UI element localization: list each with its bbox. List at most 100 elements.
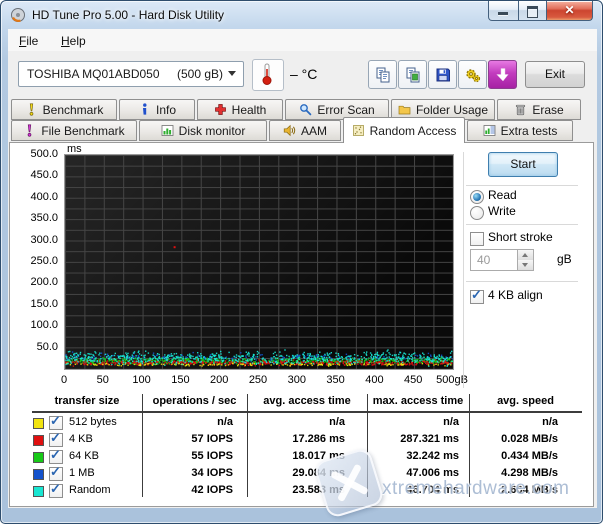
data-point xyxy=(125,363,126,364)
data-point xyxy=(172,359,173,360)
series-checkbox[interactable]: ✓ xyxy=(49,433,63,447)
data-point xyxy=(370,359,371,360)
tab-label: Disk monitor xyxy=(179,124,246,138)
data-point xyxy=(428,357,429,358)
data-point xyxy=(406,364,407,365)
check-icon: ✓ xyxy=(471,287,482,303)
data-point xyxy=(288,359,289,360)
data-point xyxy=(103,362,104,363)
write-radio-label[interactable]: Write xyxy=(488,204,516,218)
data-point xyxy=(207,359,208,360)
app-icon xyxy=(10,7,26,23)
drive-selector[interactable]: TOSHIBA MQ01ABD050 (500 gB) xyxy=(18,61,244,87)
tab-file-benchmark[interactable]: File Benchmark xyxy=(11,120,137,141)
series-label: Random xyxy=(69,484,111,496)
read-radio-label[interactable]: Read xyxy=(488,188,517,202)
menu-file[interactable]: File xyxy=(14,33,43,49)
data-point xyxy=(438,364,439,365)
write-radio[interactable] xyxy=(470,206,484,220)
close-button[interactable]: ✕ xyxy=(546,1,593,21)
series-checkbox[interactable]: ✓ xyxy=(49,467,63,481)
exit-button[interactable]: Exit xyxy=(525,61,585,88)
data-point xyxy=(249,353,250,354)
tab-health[interactable]: Health xyxy=(197,99,283,120)
x-tick-label: 150 xyxy=(158,374,202,386)
data-point xyxy=(346,358,347,359)
short-stroke-label[interactable]: Short stroke xyxy=(488,230,553,244)
data-point xyxy=(157,359,158,360)
col-header-transfer-size: transfer size xyxy=(32,395,142,407)
tab-random-access[interactable]: Random Access xyxy=(343,117,465,143)
data-point xyxy=(380,355,381,356)
data-point xyxy=(88,358,89,359)
data-point xyxy=(127,353,128,354)
tab-extra-tests[interactable]: Extra tests xyxy=(467,120,573,141)
data-point xyxy=(441,358,442,359)
data-point xyxy=(401,360,402,361)
x-tick-label: 250 xyxy=(236,374,280,386)
data-point xyxy=(361,356,362,357)
data-point xyxy=(405,353,406,354)
series-checkbox[interactable]: ✓ xyxy=(49,450,63,464)
copy-image-button[interactable] xyxy=(398,60,427,89)
data-point xyxy=(119,356,120,357)
data-point xyxy=(159,356,160,357)
menu-help[interactable]: Help xyxy=(56,33,91,49)
data-point xyxy=(355,362,356,363)
data-point xyxy=(296,362,297,363)
data-point xyxy=(155,358,156,359)
download-button[interactable] xyxy=(488,60,517,89)
tab-benchmark[interactable]: Benchmark xyxy=(11,99,117,120)
data-point xyxy=(264,359,265,360)
spinner-down-icon[interactable] xyxy=(517,260,533,270)
save-button[interactable] xyxy=(428,60,457,89)
data-point xyxy=(175,363,176,364)
tab-info[interactable]: Info xyxy=(119,99,195,120)
start-button[interactable]: Start xyxy=(488,152,558,177)
options-button[interactable] xyxy=(458,60,487,89)
ops-value: 34 IOPS xyxy=(142,467,233,479)
temperature-button[interactable] xyxy=(252,59,284,91)
data-point xyxy=(112,355,113,356)
data-point xyxy=(313,358,314,359)
data-point xyxy=(90,354,91,355)
data-point xyxy=(322,364,323,365)
scatter-plot xyxy=(65,155,453,369)
copy-text-button[interactable] xyxy=(368,60,397,89)
data-point xyxy=(176,357,177,358)
data-point xyxy=(68,351,69,352)
minimize-button[interactable] xyxy=(488,1,519,21)
data-point xyxy=(277,358,278,359)
read-radio[interactable] xyxy=(470,190,484,204)
series-checkbox[interactable]: ✓ xyxy=(49,416,63,430)
data-point xyxy=(131,363,132,364)
capacity-input[interactable] xyxy=(475,252,513,268)
tab-label: Erase xyxy=(532,103,563,117)
data-point xyxy=(222,357,223,358)
data-point xyxy=(314,356,315,357)
ops-value: n/a xyxy=(142,416,233,428)
tab-disk-monitor[interactable]: Disk monitor xyxy=(139,120,267,141)
data-point xyxy=(198,359,199,360)
align-label[interactable]: 4 KB align xyxy=(488,288,543,302)
maximize-button[interactable] xyxy=(518,1,547,21)
data-point xyxy=(366,355,367,356)
data-point xyxy=(324,357,325,358)
short-stroke-checkbox[interactable]: ✓ xyxy=(470,232,484,246)
data-point xyxy=(316,354,317,355)
tab-erase[interactable]: Erase xyxy=(497,99,581,120)
series-checkbox[interactable]: ✓ xyxy=(49,484,63,498)
data-point xyxy=(392,362,393,363)
tab-aam[interactable]: AAM xyxy=(269,120,341,141)
series-swatch xyxy=(33,469,44,480)
data-point xyxy=(103,358,104,359)
y-tick-label: 50.0 xyxy=(14,341,58,354)
data-point xyxy=(320,361,321,362)
align-checkbox[interactable]: ✓ xyxy=(470,290,484,304)
data-point xyxy=(128,362,129,363)
data-point xyxy=(367,362,368,363)
data-point xyxy=(305,363,306,364)
title-bar[interactable]: HD Tune Pro 5.00 - Hard Disk Utility ✕ xyxy=(1,1,602,29)
y-tick-label: 500.0 xyxy=(14,148,58,161)
data-point xyxy=(161,364,162,365)
